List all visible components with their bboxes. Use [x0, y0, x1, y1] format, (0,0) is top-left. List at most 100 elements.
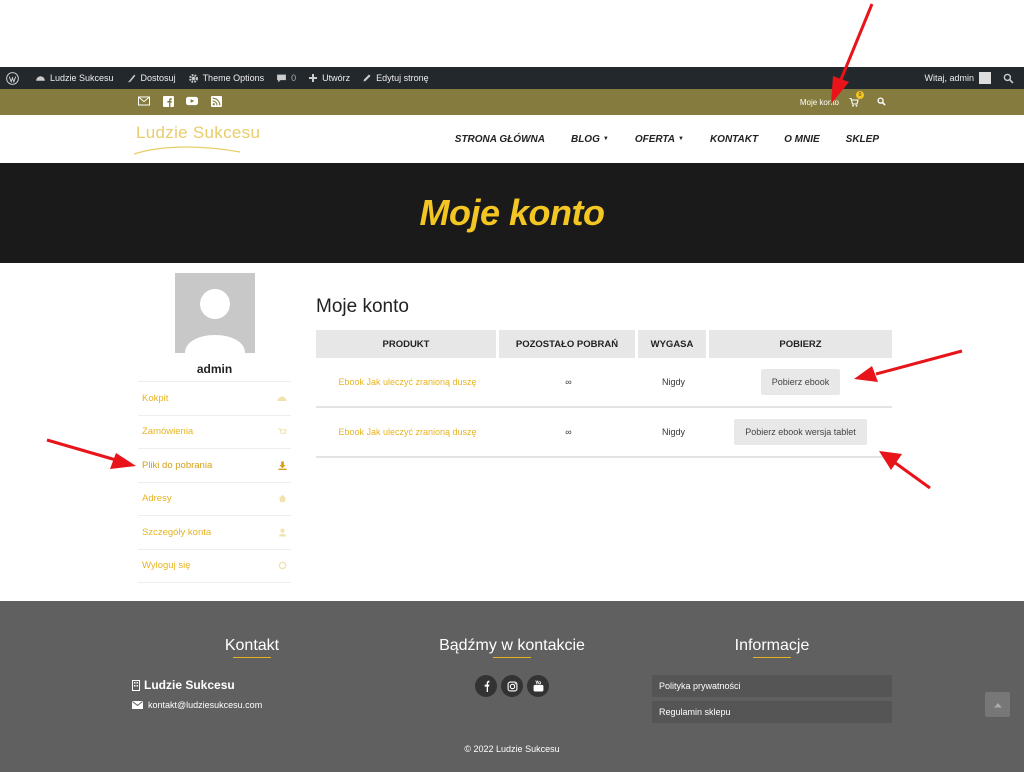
admin-search-icon[interactable]	[997, 67, 1024, 89]
nav-label: BLOG	[570, 133, 600, 145]
rss-icon[interactable]	[210, 95, 222, 107]
site-footer: Kontakt Bądźmy w kontakcie Informacje Lu…	[0, 601, 1024, 772]
sidebar-item-downloads[interactable]: Pliki do pobrania	[138, 449, 291, 483]
product-link[interactable]: Ebook Jak uleczyć zranioną duszę	[316, 358, 499, 408]
product-link[interactable]: Ebook Jak uleczyć zranioną duszę	[316, 408, 499, 458]
nav-item-offer[interactable]: OFERTA ▼	[635, 134, 684, 145]
cart-count-badge: 0	[856, 90, 864, 99]
facebook-icon[interactable]	[162, 95, 174, 107]
admin-theme-options-label: Theme Options	[202, 73, 265, 83]
download-tablet-button[interactable]: Pobierz ebook wersja tablet	[734, 419, 867, 445]
footer-contact-title: Kontakt	[192, 637, 312, 658]
nav-item-contact[interactable]: KONTAKT	[710, 134, 758, 145]
admin-customize[interactable]: Dostosuj	[120, 67, 182, 89]
remaining-downloads: ∞	[499, 408, 638, 458]
instagram-icon[interactable]	[501, 675, 523, 697]
admin-account[interactable]: Witaj, admin	[918, 67, 997, 89]
admin-bar: Ludzie Sukcesu Dostosuj Theme Options 0 …	[0, 67, 1024, 89]
gear-icon	[188, 73, 198, 83]
footer-link-terms[interactable]: Regulamin sklepu	[652, 701, 892, 723]
hero-title: Moje konto	[419, 192, 605, 233]
user-icon	[277, 527, 287, 537]
nav-label: SKLEP	[845, 133, 879, 145]
youtube-icon[interactable]	[186, 95, 198, 107]
admin-edit-page-label: Edytuj stronę	[376, 73, 429, 83]
admin-new-label: Utwórz	[322, 73, 351, 83]
admin-comments[interactable]: 0	[270, 67, 302, 89]
admin-new[interactable]: Utwórz	[302, 67, 356, 89]
download-cell: Pobierz ebook	[709, 358, 892, 408]
logo-text: Ludzie Sukcesu	[136, 123, 261, 142]
sidebar-item-dashboard[interactable]: Kokpit	[138, 382, 291, 416]
dashboard-icon	[277, 393, 287, 403]
footer-contact-email-text: kontakt@ludziesukcesu.com	[148, 700, 263, 710]
caret-down-icon: ▼	[678, 136, 684, 142]
sidebar-item-addresses[interactable]: Adresy	[138, 483, 291, 516]
account-menu: Kokpit Zamówienia Pliki do pobrania Adre…	[138, 381, 291, 583]
admin-comments-count: 0	[291, 73, 297, 83]
nav-item-blog[interactable]: BLOG ▼	[571, 134, 609, 145]
wordpress-logo-icon[interactable]	[0, 67, 29, 89]
column-header: WYGASA	[638, 330, 709, 358]
main-nav: STRONA GŁÓWNA BLOG ▼ OFERTA ▼ KONTAKT O MN…	[455, 115, 879, 163]
table-header-row: PRODUKT POZOSTAŁO POBRAŃ WYGASA POBIERZ	[316, 330, 892, 358]
nav-item-about[interactable]: O MNIE	[784, 134, 820, 145]
mail-icon[interactable]	[138, 95, 150, 107]
table-row: Ebook Jak uleczyć zranioną duszę ∞ Nigdy…	[316, 358, 892, 408]
nav-label: OFERTA	[634, 133, 675, 145]
table-row: Ebook Jak uleczyć zranioną duszę ∞ Nigdy…	[316, 408, 892, 458]
column-header: POZOSTAŁO POBRAŃ	[499, 330, 638, 358]
sidebar-item-label: Zamówienia	[142, 426, 194, 438]
footer-link-privacy[interactable]: Polityka prywatności	[652, 675, 892, 697]
youtube-icon[interactable]	[527, 675, 549, 697]
caret-down-icon: ▼	[602, 136, 609, 142]
admin-theme-options[interactable]: Theme Options	[182, 67, 271, 89]
sidebar-item-label: Kokpit	[142, 392, 169, 404]
dashboard-gauge-icon	[36, 75, 45, 81]
my-account-link[interactable]: Moje konto	[800, 98, 839, 107]
nav-item-shop[interactable]: SKLEP	[846, 134, 879, 145]
admin-site-name[interactable]: Ludzie Sukcesu	[29, 67, 120, 89]
footer-social-links	[475, 675, 549, 697]
page-hero: Moje konto	[0, 163, 1024, 263]
avatar	[175, 273, 255, 353]
cart-icon	[849, 97, 859, 107]
facebook-icon[interactable]	[475, 675, 497, 697]
scroll-to-top-button[interactable]	[985, 692, 1010, 717]
footer-contact-name-text: Ludzie Sukcesu	[144, 678, 235, 692]
footer-social-title: Bądźmy w kontakcie	[412, 637, 612, 658]
footer-social-title-text: Bądźmy w kontakcie	[439, 637, 585, 654]
annotation-arrow-downloads	[46, 438, 136, 469]
mail-icon	[132, 701, 143, 709]
sidebar-item-label: Pliki do pobrania	[142, 459, 213, 471]
top-search-icon[interactable]	[877, 96, 886, 108]
download-button[interactable]: Pobierz ebook	[760, 369, 841, 395]
downloads-table: PRODUKT POZOSTAŁO POBRAŃ WYGASA POBIERZ …	[316, 330, 892, 458]
user-silhouette-icon	[185, 289, 245, 353]
sidebar-item-logout[interactable]: Wyloguj się	[138, 550, 291, 583]
footer-info-title-text: Informacje	[734, 637, 810, 654]
nav-item-home[interactable]: STRONA GŁÓWNA	[455, 134, 545, 145]
sidebar-item-label: Szczegóły konta	[142, 526, 212, 538]
download-icon	[277, 460, 287, 470]
comment-icon	[277, 74, 286, 82]
pencil-icon	[363, 74, 371, 82]
footer-contact-email[interactable]: kontakt@ludziesukcesu.com	[132, 700, 262, 710]
title-underline	[233, 657, 271, 658]
sidebar-item-account-details[interactable]: Szczegóły konta	[138, 516, 291, 550]
site-logo[interactable]: Ludzie Sukcesu	[133, 123, 261, 155]
title-underline	[753, 657, 791, 658]
cart-button[interactable]: 0	[849, 90, 864, 107]
logout-icon	[277, 561, 287, 571]
plus-icon	[309, 74, 318, 82]
admin-edit-page[interactable]: Edytuj stronę	[356, 67, 435, 89]
page-title: Moje konto	[316, 296, 409, 317]
sidebar-item-label: Adresy	[142, 493, 172, 505]
cart-icon	[277, 427, 287, 437]
nav-label: KONTAKT	[709, 133, 759, 145]
admin-customize-label: Dostosuj	[140, 73, 176, 83]
title-underline	[493, 657, 531, 658]
footer-contact-title-text: Kontakt	[224, 637, 280, 654]
sidebar-item-orders[interactable]: Zamówienia	[138, 416, 291, 449]
account-content: Moje konto PRODUKT POZOSTAŁO POBRAŃ WYGA…	[316, 296, 892, 458]
